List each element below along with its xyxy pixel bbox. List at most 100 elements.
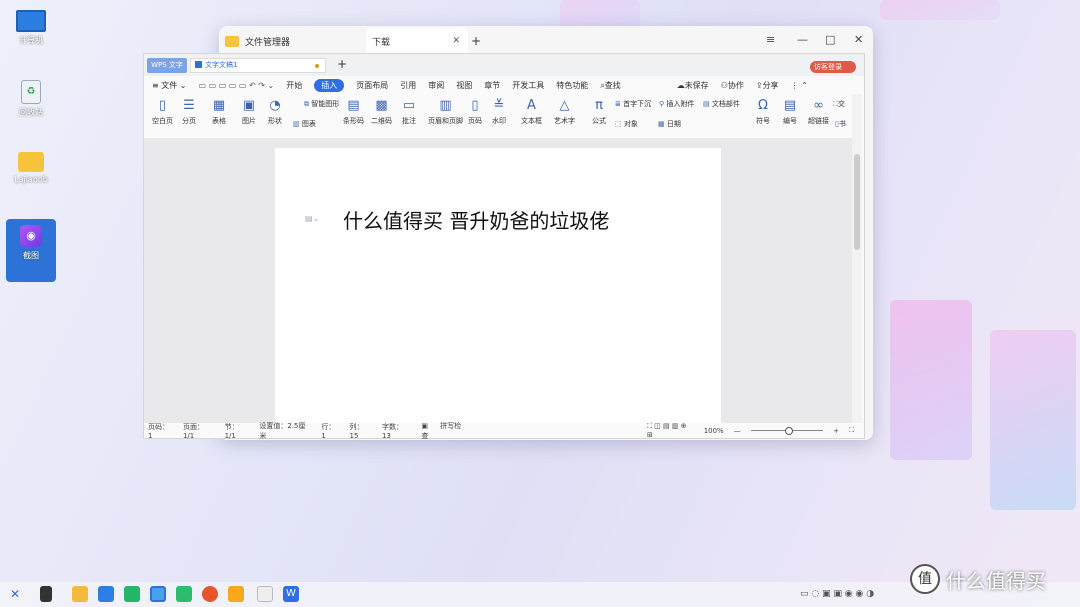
menu-layout[interactable]: 页面布局 (356, 80, 388, 91)
tool-15-button[interactable]: ▤ 编号 (783, 99, 797, 126)
status-col[interactable]: 列：15 (350, 422, 372, 440)
unsaved-status[interactable]: ☁未保存 (677, 80, 709, 91)
folder-icon (225, 35, 239, 47)
desktop-icon-folder[interactable]: Lajiaonb (6, 152, 56, 184)
status-page[interactable]: 页码：1 (148, 422, 173, 440)
firefox-icon[interactable] (202, 586, 218, 602)
tool-label: 文本框 (521, 117, 542, 125)
tool-2-button[interactable]: ▦ 表格 (212, 99, 226, 126)
collab-button[interactable]: ⚇协作 (721, 80, 744, 91)
menu-file[interactable]: ≡ 文件 ⌄ (152, 80, 187, 91)
zoom-slider-thumb[interactable] (784, 427, 793, 435)
smart-shape-button[interactable]: ⧉ 智能图形 (304, 99, 339, 109)
monitor-icon (16, 10, 46, 32)
bookmark-button[interactable]: ▯书 (835, 119, 846, 129)
status-pages[interactable]: 页面：1/1 (183, 422, 215, 440)
guest-login-button[interactable]: 访客登录 (810, 61, 856, 73)
zoom-in-button[interactable]: + (833, 427, 839, 435)
zoom-level[interactable]: 100% (704, 427, 724, 435)
spell-check[interactable]: ▣ 拼写检查 (421, 421, 477, 441)
search-button[interactable]: ⌕查找 (600, 80, 620, 91)
tool-label: 批注 (402, 117, 416, 125)
file-icon[interactable] (257, 586, 273, 602)
status-section[interactable]: 节：1/1 (225, 422, 250, 440)
fit-icon[interactable]: ⛶ (849, 426, 854, 435)
tool-8-icon: ▥ (439, 98, 452, 113)
wps-app-tab[interactable]: WPS 文字 (147, 58, 187, 73)
wps-writer-icon[interactable]: W (283, 586, 299, 602)
menu-chapter[interactable]: 章节 (484, 80, 500, 91)
tool-16-button[interactable]: ∞ 超链接 (808, 99, 829, 126)
share-button[interactable]: ⇪分享 (756, 80, 779, 91)
new-tab-button[interactable]: + (471, 28, 481, 54)
zoom-slider[interactable] (750, 427, 824, 435)
tool-8-button[interactable]: ▥ 页眉和页脚 (428, 99, 463, 126)
tool-4-button[interactable]: ◔ 形状 (268, 99, 282, 126)
menu-icon[interactable]: ≡ (766, 33, 775, 46)
tool-3-button[interactable]: ▣ 图片 (242, 99, 256, 126)
tool-7-button[interactable]: ▭ 批注 (402, 99, 416, 126)
multitask-icon[interactable] (40, 586, 52, 602)
tool-5-icon: ▤ (347, 98, 360, 113)
tool-14-button[interactable]: Ω 符号 (756, 99, 770, 126)
more-icon[interactable]: ⋮ ⌃ (791, 81, 808, 90)
desktop-icon-screenshot[interactable]: ◉ 截图 (6, 219, 56, 282)
tool-5-button[interactable]: ▤ 条形码 (343, 99, 364, 126)
minimize-icon[interactable]: — (797, 33, 808, 46)
menu-start[interactable]: 开始 (286, 80, 302, 91)
tool-0-button[interactable]: ▯ 空白页 (152, 99, 173, 126)
tool-13-button[interactable]: π 公式 (592, 99, 606, 126)
tool-label: 二维码 (371, 117, 392, 125)
close-icon[interactable]: ✕ (452, 36, 460, 46)
document-canvas[interactable]: ▤⌄ 什么值得买 晋升奶爸的垃圾佬 (144, 138, 852, 423)
app-green-icon[interactable] (124, 586, 140, 602)
camera-icon: ◉ (20, 225, 42, 247)
menu-reference[interactable]: 引用 (400, 80, 416, 91)
tool-7-icon: ▭ (402, 98, 416, 113)
maximize-icon[interactable]: □ (825, 33, 835, 46)
document-text[interactable]: 什么值得买 晋升奶爸的垃圾佬 (343, 205, 609, 234)
quick-tools-icon[interactable]: ▭ ▭ ▭ ▭ ▭ ↶ ↷ ⌄ (199, 81, 275, 90)
tool-label: 图片 (242, 117, 256, 125)
menu-developer[interactable]: 开发工具 (512, 80, 544, 91)
date-button[interactable]: ▦ 日期 (658, 119, 681, 129)
menu-features[interactable]: 特色功能 (556, 80, 588, 91)
app-store-icon[interactable] (228, 586, 244, 602)
doc-parts-button[interactable]: ▤ 文档部件 (703, 99, 740, 109)
tool-1-button[interactable]: ☰ 分页 (182, 99, 196, 126)
zoom-out-button[interactable]: — (734, 427, 741, 435)
attachment-button[interactable]: ⚲ 插入附件 (659, 99, 694, 109)
add-tab-button[interactable]: + (337, 57, 347, 71)
tool-12-button[interactable]: △ 艺术字 (554, 99, 575, 126)
tool-label: 页眉和页脚 (428, 117, 463, 125)
tool-11-button[interactable]: A 文本框 (521, 99, 542, 126)
object-button[interactable]: ⬚ 对象 (615, 119, 638, 129)
status-chars[interactable]: 字数：13 (382, 422, 411, 440)
chart-button[interactable]: ▥ 图表 (293, 119, 316, 129)
cross-ref-button[interactable]: ⛶交 (833, 99, 845, 109)
wps-app-icon[interactable] (98, 586, 114, 602)
menu-insert[interactable]: 插入 (314, 78, 345, 92)
status-setting[interactable]: 设置值：2.5厘米 (259, 421, 311, 441)
screenshot-app-icon[interactable] (150, 586, 166, 602)
view-mode-icons[interactable]: ⛶ ◫ ▤ ▥ ⊕ ⊞ (647, 422, 694, 439)
vertical-scrollbar[interactable] (852, 94, 862, 423)
desktop-icon-trash[interactable]: ♻ 回收站 (6, 80, 56, 118)
file-manager-app-tab[interactable]: 文件管理器 (225, 28, 359, 54)
tool-10-button[interactable]: ≚ 水印 (492, 99, 506, 126)
close-window-icon[interactable]: ✕ (854, 33, 863, 46)
status-row[interactable]: 行：1 (321, 422, 339, 440)
tab-downloads[interactable]: 下载 ✕ (366, 28, 468, 54)
app-mail-icon[interactable] (176, 586, 192, 602)
document-page[interactable]: ▤⌄ 什么值得买 晋升奶爸的垃圾佬 (275, 148, 721, 423)
scroll-thumb[interactable] (854, 154, 860, 250)
doc-tab[interactable]: 文字文稿1 (190, 58, 326, 73)
tool-9-button[interactable]: ▯ 页码 (468, 99, 482, 126)
start-menu-icon[interactable]: ✕ (10, 586, 26, 602)
menu-view[interactable]: 视图 (456, 80, 472, 91)
app-yellow-icon[interactable] (72, 586, 88, 602)
drop-cap-button[interactable]: ≣ 首字下沉 (615, 99, 651, 109)
tool-6-button[interactable]: ▩ 二维码 (371, 99, 392, 126)
menu-review[interactable]: 审阅 (428, 80, 444, 91)
desktop-icon-computer[interactable]: 计算机 (6, 10, 56, 46)
